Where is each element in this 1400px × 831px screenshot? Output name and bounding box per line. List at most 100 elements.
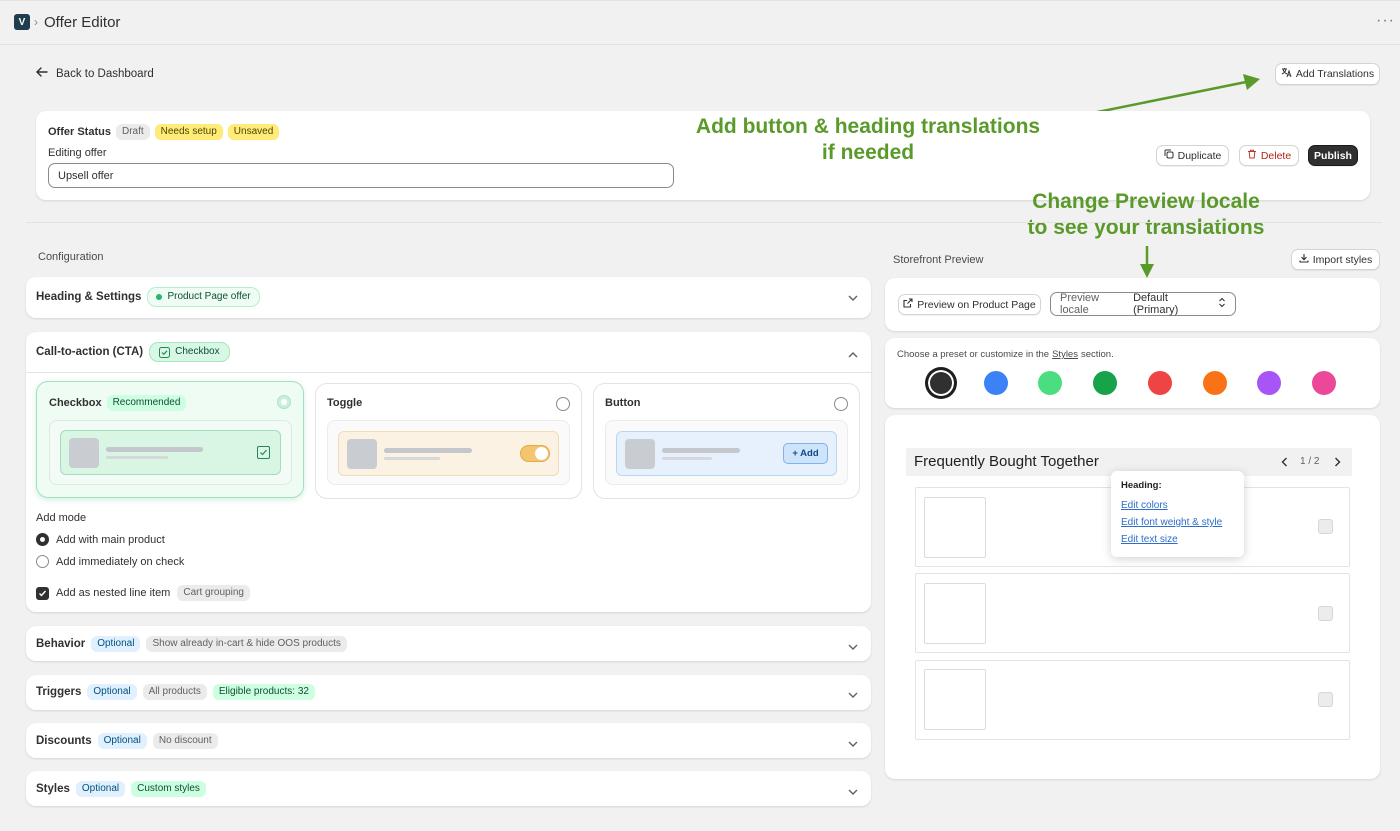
cta-option-button-label: Button xyxy=(605,397,641,409)
cta-label: Call-to-action (CTA) xyxy=(36,346,144,358)
nested-line-item-option[interactable]: Add as nested line item Cart grouping xyxy=(36,585,250,601)
section-divider xyxy=(26,222,1382,223)
preview-locale-label: Preview locale xyxy=(1060,292,1100,316)
duplicate-label: Duplicate xyxy=(1177,149,1222,162)
annotation-translations-line2: if needed xyxy=(821,141,915,164)
cta-divider xyxy=(26,372,871,373)
add-mode-option-main[interactable]: Add with main product xyxy=(36,533,165,546)
add-mode-immediate-label: Add immediately on check xyxy=(56,555,185,568)
cta-checkbox-radio[interactable] xyxy=(277,395,291,409)
nested-line-item-label: Add as nested line item xyxy=(56,587,171,599)
cart-grouping-badge: Cart grouping xyxy=(177,585,250,601)
product-page-offer-label: Product Page offer xyxy=(167,291,251,302)
mock-thumb xyxy=(347,439,377,469)
preview-on-product-page-button[interactable]: Preview on Product Page xyxy=(898,294,1041,315)
chevron-down-icon[interactable] xyxy=(848,688,858,702)
mock-check-icon xyxy=(257,446,270,459)
radio-selected-icon xyxy=(36,533,49,546)
arrow-head-translations xyxy=(1243,74,1260,90)
preset-swatch[interactable] xyxy=(1202,371,1227,395)
preset-swatch[interactable] xyxy=(1147,371,1172,395)
edit-colors-link[interactable]: Edit colors xyxy=(1121,500,1234,511)
offer-name-input[interactable]: Upsell offer xyxy=(48,163,674,188)
mock-line xyxy=(106,447,203,452)
mock-line xyxy=(662,448,740,453)
chevron-up-icon[interactable] xyxy=(848,347,858,361)
product-checkbox[interactable] xyxy=(1318,606,1333,621)
add-mode-main-label: Add with main product xyxy=(56,533,165,546)
trash-icon xyxy=(1247,149,1257,162)
mock-line xyxy=(662,457,712,460)
mock-thumb xyxy=(69,438,99,468)
behavior-label: Behavior xyxy=(36,638,86,650)
preset-swatch[interactable] xyxy=(1311,371,1336,395)
annotation-translations-line1: Add button & heading translations xyxy=(695,115,1041,138)
arrow-head-locale xyxy=(1140,264,1154,278)
styles-link[interactable]: Styles xyxy=(1052,349,1078,360)
edit-font-weight-link[interactable]: Edit font weight & style xyxy=(1121,517,1234,528)
delete-label: Delete xyxy=(1260,149,1292,162)
preset-swatch[interactable] xyxy=(1093,371,1118,395)
duplicate-button[interactable]: Duplicate xyxy=(1156,145,1229,166)
chevron-left-icon[interactable] xyxy=(1281,456,1288,470)
mock-line xyxy=(384,448,472,453)
behavior-header[interactable]: Behavior Optional Show already in-cart &… xyxy=(36,636,347,652)
product-thumbnail xyxy=(924,669,986,730)
download-icon xyxy=(1299,253,1309,266)
chevron-down-icon[interactable] xyxy=(848,737,858,751)
styles-header[interactable]: Styles Optional Custom styles xyxy=(36,781,206,797)
triggers-info-badge: All products xyxy=(142,684,207,700)
preview-locale-select[interactable]: Preview locale Default (Primary) xyxy=(1050,292,1236,316)
discounts-info-badge: No discount xyxy=(152,733,218,749)
triggers-optional-badge: Optional xyxy=(87,684,137,700)
import-styles-button[interactable]: Import styles xyxy=(1291,249,1380,270)
checkbox-checked-icon[interactable] xyxy=(36,586,49,600)
triggers-label: Triggers xyxy=(36,686,82,698)
behavior-info-badge: Show already in-cart & hide OOS products xyxy=(146,636,347,652)
external-link-icon xyxy=(903,298,913,311)
chevron-down-icon[interactable] xyxy=(848,785,858,799)
preset-swatch[interactable] xyxy=(983,371,1008,395)
popover-title: Heading: xyxy=(1121,480,1162,491)
annotation-locale-line1: Change Preview locale xyxy=(1032,190,1260,213)
discounts-optional-badge: Optional xyxy=(97,733,147,749)
cta-toggle-radio[interactable] xyxy=(556,397,570,411)
widget-heading[interactable]: Frequently Bought Together xyxy=(914,453,1099,470)
heading-settings-header[interactable]: Heading & Settings Product Page offer xyxy=(36,287,260,307)
duplicate-icon xyxy=(1164,149,1174,162)
triggers-header[interactable]: Triggers Optional All products Eligible … xyxy=(36,684,315,700)
preset-swatch[interactable] xyxy=(1038,371,1063,395)
chevron-down-icon[interactable] xyxy=(848,640,858,654)
product-checkbox[interactable] xyxy=(1318,519,1333,534)
styles-label: Styles xyxy=(36,783,70,795)
cta-button-radio[interactable] xyxy=(834,397,848,411)
offer-status-label: Offer Status xyxy=(48,126,111,138)
cta-header[interactable]: Call-to-action (CTA) Checkbox xyxy=(36,342,230,362)
add-mode-option-immediate[interactable]: Add immediately on check xyxy=(36,555,184,568)
preview-on-product-label: Preview on Product Page xyxy=(917,298,1036,311)
delete-button[interactable]: Delete xyxy=(1239,145,1299,166)
cta-option-checkbox-label: Checkbox xyxy=(49,397,102,409)
discounts-header[interactable]: Discounts Optional No discount xyxy=(36,733,218,749)
add-mode-label: Add mode xyxy=(36,512,87,524)
chevron-right-icon[interactable] xyxy=(1334,456,1341,470)
annotation-locale: Change Preview locale to see your transl… xyxy=(1006,189,1286,241)
cta-option-toggle-label: Toggle xyxy=(327,397,363,409)
chevron-down-icon[interactable] xyxy=(848,291,858,305)
offer-status-row: Offer Status Draft Needs setup Unsaved xyxy=(48,124,280,140)
mock-add-button: + Add xyxy=(783,443,828,464)
product-checkbox[interactable] xyxy=(1318,692,1333,707)
preset-instructions: Choose a preset or customize in the Styl… xyxy=(897,349,1114,360)
status-badge-unsaved: Unsaved xyxy=(227,124,280,140)
preset-swatch[interactable] xyxy=(1257,371,1282,395)
toggle-knob xyxy=(535,447,548,460)
status-dot-icon xyxy=(156,294,163,300)
publish-button[interactable]: Publish xyxy=(1308,145,1358,166)
edit-text-size-link[interactable]: Edit text size xyxy=(1121,534,1234,545)
preview-locale-value: Default (Primary) xyxy=(1133,292,1179,316)
preset-text-before: Choose a preset or customize in the xyxy=(897,349,1050,360)
preset-swatch[interactable] xyxy=(926,368,956,398)
cta-checkbox-badge: Checkbox xyxy=(149,342,230,362)
status-badge-draft: Draft xyxy=(115,124,150,140)
eligible-products-badge: Eligible products: 32 xyxy=(212,684,315,700)
